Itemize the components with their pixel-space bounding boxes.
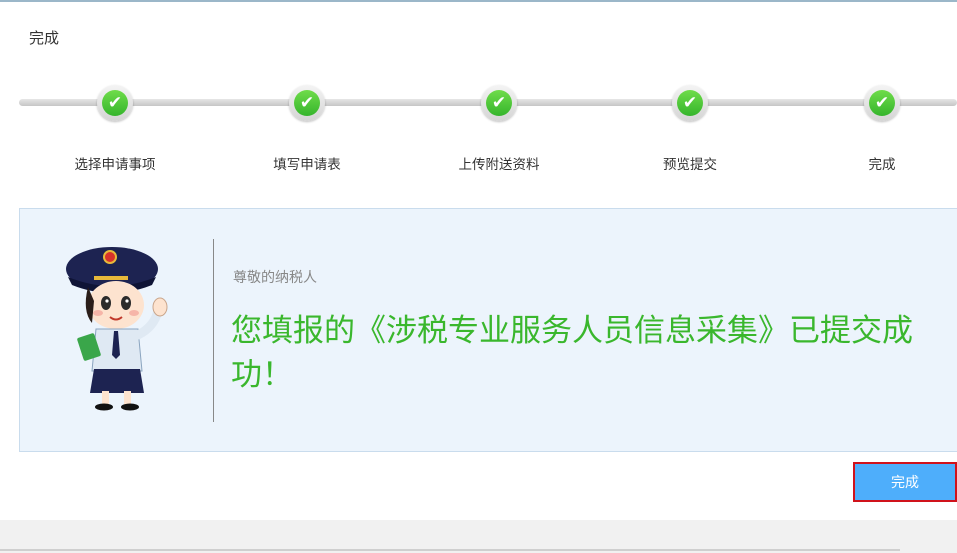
step-circle: ✔ — [481, 85, 517, 121]
panel-divider — [213, 239, 214, 422]
bottom-divider — [0, 549, 900, 551]
check-icon: ✔ — [102, 90, 128, 116]
check-icon: ✔ — [294, 90, 320, 116]
step-label: 上传附送资料 — [458, 157, 540, 173]
step-select-application: ✔ 选择申请事项 — [35, 85, 195, 173]
step-label: 选择申请事项 — [74, 157, 156, 173]
page-title: 完成 — [29, 29, 60, 47]
step-circle: ✔ — [672, 85, 708, 121]
step-preview-submit: ✔ 预览提交 — [610, 85, 770, 173]
step-label: 预览提交 — [663, 157, 717, 173]
greeting-text: 尊敬的纳税人 — [233, 270, 317, 286]
check-icon: ✔ — [486, 90, 512, 116]
step-circle: ✔ — [864, 85, 900, 121]
bottom-band — [0, 520, 957, 553]
progress-steps: ✔ 选择申请事项 ✔ 填写申请表 ✔ 上传附送资料 ✔ 预览提交 ✔ 完成 — [0, 85, 957, 175]
step-circle: ✔ — [97, 85, 133, 121]
success-panel: 尊敬的纳税人 您填报的《涉税专业服务人员信息采集》已提交成功！ — [19, 208, 957, 452]
step-label: 填写申请表 — [273, 157, 341, 173]
check-icon: ✔ — [677, 90, 703, 116]
check-icon: ✔ — [869, 90, 895, 116]
finish-button[interactable]: 完成 — [853, 462, 957, 502]
step-upload-documents: ✔ 上传附送资料 — [419, 85, 579, 173]
step-label: 完成 — [868, 157, 896, 173]
step-complete: ✔ 完成 — [802, 85, 957, 173]
step-fill-form: ✔ 填写申请表 — [227, 85, 387, 173]
success-message: 您填报的《涉税专业服务人员信息采集》已提交成功！ — [231, 313, 913, 393]
top-rule — [0, 0, 957, 2]
tax-officer-mascot — [66, 247, 168, 411]
step-circle: ✔ — [289, 85, 325, 121]
